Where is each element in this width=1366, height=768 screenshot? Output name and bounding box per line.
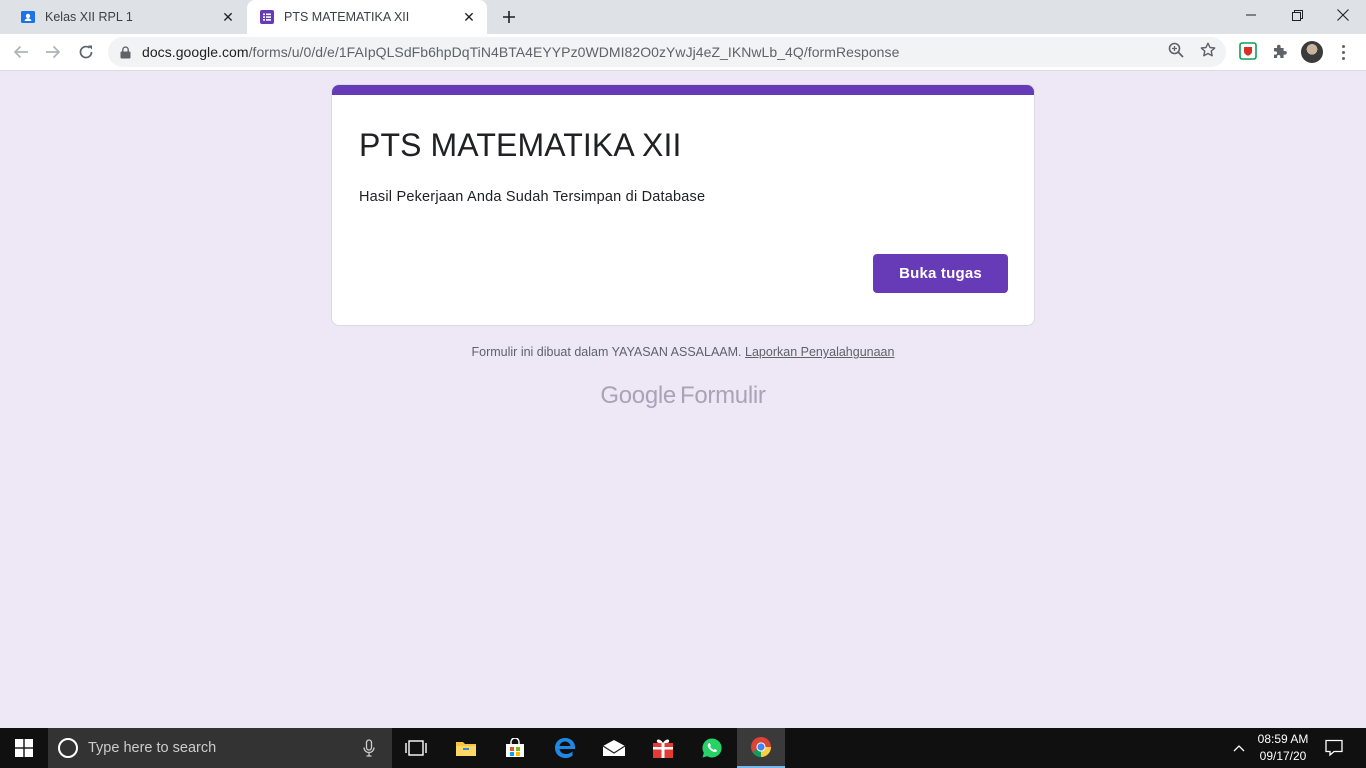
back-icon[interactable] [8,39,34,65]
edge-browser-icon[interactable] [541,728,589,768]
form-title: PTS MATEMATIKA XII [359,127,682,163]
classroom-icon [20,9,36,25]
tab-strip: Kelas XII RPL 1 ✕ PTS MATEMATIKA XII ✕ [0,0,1366,34]
google-forms-icon [259,9,275,25]
brand-google: Google [600,382,676,409]
whatsapp-icon[interactable] [688,728,736,768]
close-window-icon[interactable] [1320,0,1366,30]
address-bar[interactable]: docs.google.com/forms/u/0/d/e/1FAIpQLSdF… [108,37,1226,67]
task-view-icon[interactable] [392,728,440,768]
windows-start-icon[interactable] [0,728,48,768]
cortana-icon [58,738,78,758]
taskbar-search[interactable]: Type here to search [48,728,392,768]
file-explorer-icon[interactable] [442,728,490,768]
browser-menu-icon[interactable] [1336,41,1350,63]
open-assignment-button[interactable]: Buka tugas [873,254,1008,293]
microphone-icon[interactable] [358,737,380,759]
url-text: docs.google.com/forms/u/0/d/e/1FAIpQLSdF… [142,44,899,60]
form-footer: Formulir ini dibuat dalam YAYASAN ASSALA… [0,345,1366,359]
close-tab-icon[interactable]: ✕ [459,7,479,27]
close-tab-icon[interactable]: ✕ [218,7,238,27]
taskbar-clock[interactable]: 08:59 AM 09/17/20 [1248,731,1318,765]
minimize-icon[interactable] [1228,0,1274,30]
footer-text: Formulir ini dibuat dalam YAYASAN ASSALA… [471,345,742,359]
forward-icon[interactable] [40,39,66,65]
taskbar-search-placeholder: Type here to search [88,740,217,756]
reload-icon[interactable] [73,39,99,65]
url-host: docs.google.com [142,44,249,60]
bookmark-star-icon[interactable] [1198,40,1218,60]
lock-icon[interactable] [120,45,132,59]
browser-toolbar: docs.google.com/forms/u/0/d/e/1FAIpQLSdF… [0,34,1366,71]
clock-date: 09/17/20 [1259,749,1307,763]
brand-product: Formulir [679,382,766,409]
clock-time: 08:59 AM [1257,732,1309,746]
tab-title: Kelas XII RPL 1 [45,10,133,24]
chrome-icon[interactable] [737,728,785,768]
mail-icon[interactable] [590,728,638,768]
form-card: PTS MATEMATIKA XII Hasil Pekerjaan Anda … [331,84,1035,326]
windows-taskbar: Type here to search 08:59 AM 09/17/20 [0,728,1366,768]
confirmation-message: Hasil Pekerjaan Anda Sudah Tersimpan di … [359,189,706,205]
report-abuse-link[interactable]: Laporkan Penyalahgunaan [745,345,894,359]
google-forms-logo[interactable]: Google Formulir [0,382,1366,410]
notifications-icon[interactable] [1320,728,1348,768]
restore-icon[interactable] [1274,0,1320,30]
form-accent-bar [332,85,1034,95]
new-tab-icon[interactable] [498,6,520,28]
microsoft-store-icon[interactable] [491,728,539,768]
zoom-icon[interactable] [1166,40,1186,60]
tab-kelas-xii-rpl-1[interactable]: Kelas XII RPL 1 ✕ [8,0,246,34]
tab-title: PTS MATEMATIKA XII [284,10,410,24]
url-path: /forms/u/0/d/e/1FAIpQLSdFb6hpDqTiN4BTA4E… [248,44,900,60]
extension-shield-icon[interactable] [1237,40,1259,62]
gift-app-icon[interactable] [639,728,687,768]
tab-pts-matematika-xii[interactable]: PTS MATEMATIKA XII ✕ [247,0,487,34]
extensions-puzzle-icon[interactable] [1269,40,1291,62]
tray-overflow-icon[interactable] [1228,728,1250,768]
profile-avatar[interactable] [1301,41,1323,63]
